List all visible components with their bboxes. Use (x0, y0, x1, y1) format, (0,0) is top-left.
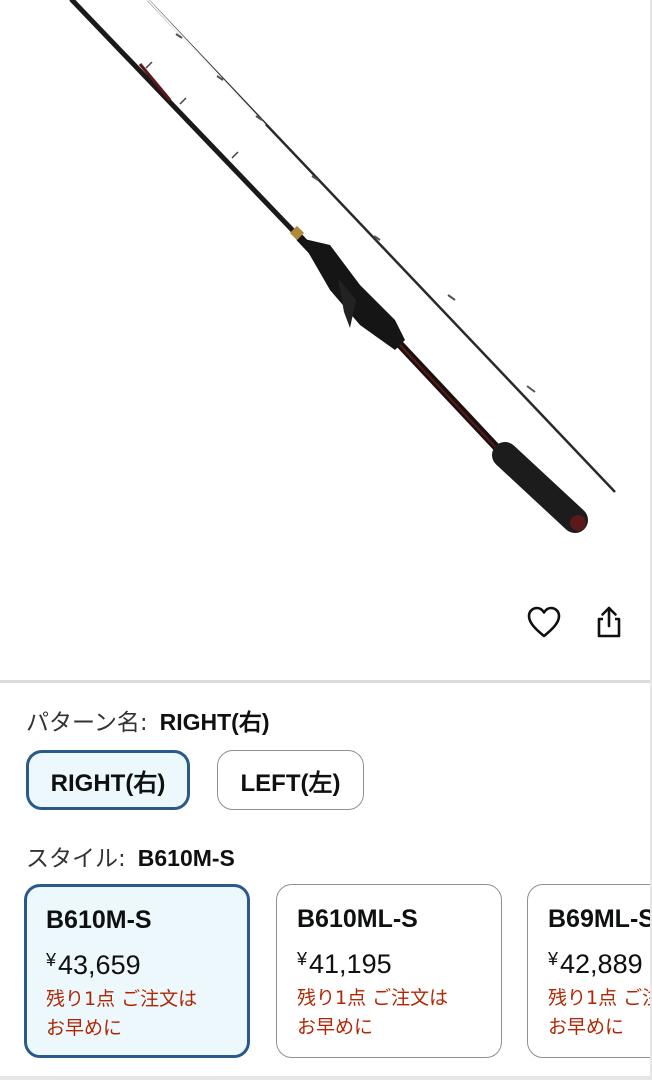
style-option-name: B69ML-S (548, 905, 652, 933)
style-option-card[interactable]: B610M-S ¥43,659 残り1点 ご注文は お早めに (24, 884, 250, 1058)
currency-symbol: ¥ (548, 949, 559, 969)
style-option-price: ¥41,195 (297, 943, 501, 980)
style-option-name: B610M-S (46, 906, 152, 934)
price-value: 42,889 (560, 949, 643, 979)
stock-notice-line: 残り1点 ご注文は (548, 987, 652, 1009)
bottom-divider (0, 1076, 652, 1080)
share-button[interactable] (587, 600, 631, 644)
style-selected-value: B610M-S (137, 845, 235, 871)
stock-notice: 残り1点 ご注文はお早めに (297, 984, 487, 1042)
stock-notice: 残り1点 ご注文はお早めに (46, 985, 236, 1043)
pattern-option-left[interactable]: LEFT(左) (217, 750, 364, 810)
stock-notice-line: お早めに (46, 1017, 123, 1039)
style-label-row: スタイル: B610M-S (26, 839, 235, 873)
style-option-price: ¥43,659 (46, 944, 247, 981)
price-value: 41,195 (309, 949, 392, 979)
currency-symbol: ¥ (297, 949, 308, 969)
pattern-label-row: パターン名: RIGHT(右) (26, 703, 269, 737)
stock-notice-line: お早めに (548, 1016, 625, 1038)
stock-notice-line: 残り1点 ご注文は (297, 987, 449, 1009)
favorite-button[interactable] (522, 600, 566, 644)
stock-notice-line: 残り1点 ご注文は (46, 988, 198, 1010)
style-option-name: B610ML-S (297, 905, 418, 933)
pattern-selected-value: RIGHT(右) (159, 709, 270, 735)
product-image (69, 0, 616, 533)
style-option-card[interactable]: B69ML-S ¥42,889 残り1点 ご注文はお早めに (527, 884, 652, 1058)
currency-symbol: ¥ (46, 950, 57, 970)
share-icon (597, 606, 621, 638)
price-value: 43,659 (58, 950, 141, 980)
product-image-area[interactable] (0, 0, 652, 680)
stock-notice-line: お早めに (297, 1016, 374, 1038)
heart-icon (527, 606, 561, 638)
style-option-price: ¥42,889 (548, 943, 652, 980)
style-label: スタイル: (26, 846, 126, 872)
style-option-card[interactable]: B610ML-S ¥41,195 残り1点 ご注文は お早めに (276, 884, 502, 1058)
pattern-label: パターン名: (26, 710, 148, 736)
stock-notice: 残り1点 ご注文はお早めに (548, 984, 652, 1042)
pattern-option-right[interactable]: RIGHT(右) (26, 750, 190, 810)
style-options-carousel[interactable]: B610M-S ¥43,659 残り1点 ご注文は お早めに B610ML-S ¥… (24, 884, 652, 1060)
section-divider (0, 680, 652, 683)
